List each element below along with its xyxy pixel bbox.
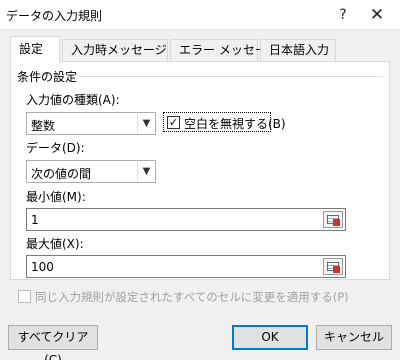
ignore-blank-label: 空白を無視する(B) (184, 117, 286, 131)
data-select[interactable]: 次の値の間 ▼ (26, 160, 156, 183)
chevron-down-icon: ▼ (137, 113, 155, 134)
tab-settings[interactable]: 設定 (10, 36, 60, 63)
allow-value: 整数 (31, 119, 56, 133)
tab-strip: 設定 入力時メッセージ エラー メッセージ 日本語入力 (10, 36, 390, 63)
close-icon[interactable]: ✕ (358, 0, 396, 30)
apply-all-label: 同じ入力規則が設定されたすべてのセルに変更を適用する(P) (35, 290, 349, 304)
allow-select[interactable]: 整数 ▼ (26, 112, 156, 135)
max-value: 100 (31, 260, 54, 274)
min-value: 1 (31, 213, 39, 227)
range-mark (333, 266, 340, 273)
cancel-button[interactable]: キャンセル (316, 325, 392, 350)
title-bar: データの入力規則 ? ✕ (0, 0, 400, 30)
min-input[interactable]: 1 (26, 208, 346, 231)
apply-all-checkbox[interactable] (18, 290, 31, 303)
ignore-blank-checkbox[interactable]: ✓ (167, 116, 180, 129)
tab-ime[interactable]: 日本語入力 (260, 39, 336, 62)
window-title: データの入力規則 (6, 9, 103, 23)
tab-input-message[interactable]: 入力時メッセージ (62, 39, 168, 62)
clear-all-button[interactable]: すべてクリア(C) (8, 325, 98, 360)
max-input[interactable]: 100 (26, 255, 346, 278)
data-value: 次の値の間 (31, 167, 92, 181)
min-label: 最小値(M): (26, 190, 86, 204)
chevron-down-icon: ▼ (137, 161, 155, 182)
group-divider (77, 76, 383, 77)
max-label: 最大値(X): (26, 237, 84, 251)
range-select-icon[interactable] (323, 211, 343, 228)
data-label: データ(D): (26, 141, 85, 155)
range-select-icon[interactable] (323, 258, 343, 275)
allow-label: 入力値の種類(A): (26, 93, 120, 107)
settings-panel: 条件の設定 入力値の種類(A): 整数 ▼ ✓ 空白を無視する(B) データ(D… (10, 61, 390, 280)
range-mark (333, 219, 340, 226)
ok-button[interactable]: OK (232, 325, 308, 350)
help-icon[interactable]: ? (324, 0, 362, 30)
group-label: 条件の設定 (17, 70, 78, 84)
tab-error-message[interactable]: エラー メッセージ (170, 39, 279, 62)
